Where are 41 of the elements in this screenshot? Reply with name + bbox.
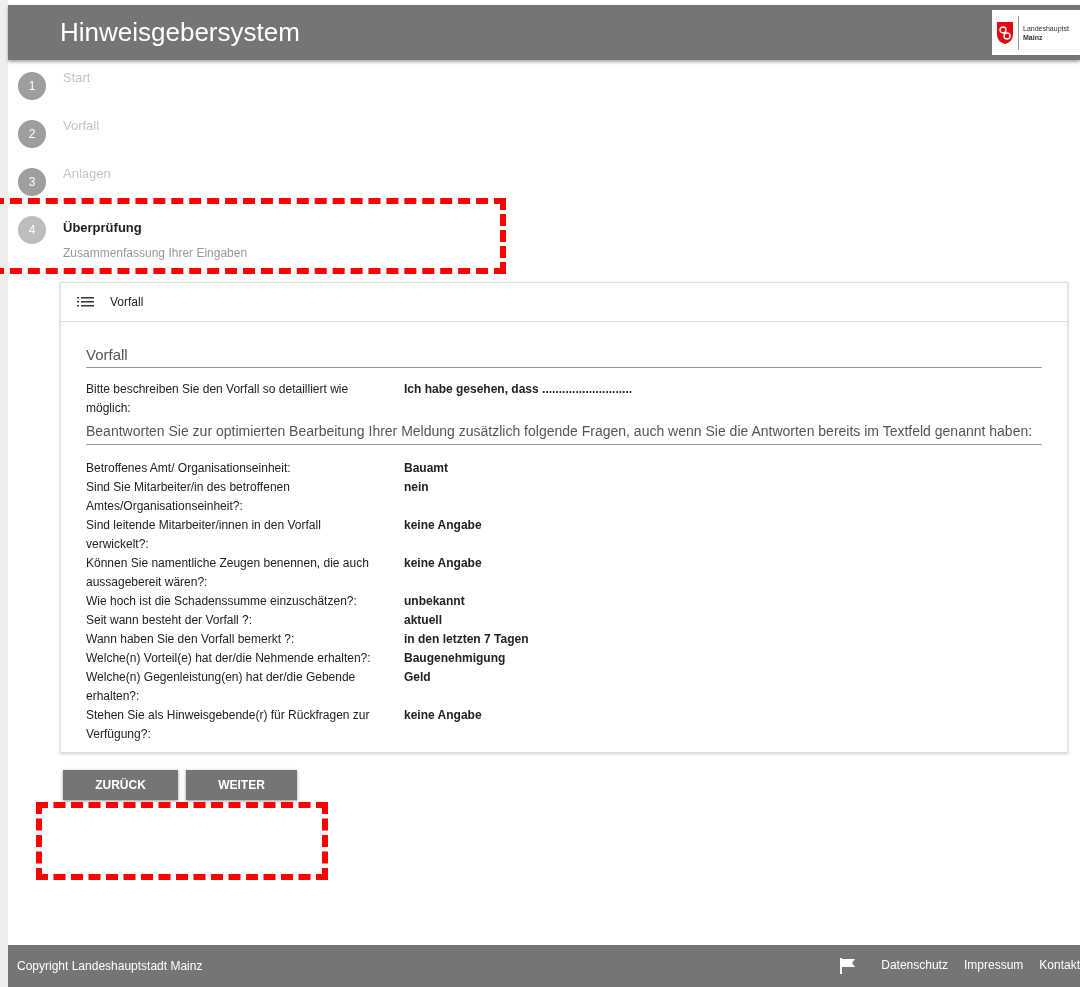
answer-value: in den letzten 7 Tagen	[404, 631, 530, 648]
answer-value: keine Angabe	[404, 517, 483, 534]
question-label: Können Sie namentliche Zeugen benennen, die auch aussagebereit wären?:	[86, 555, 370, 591]
footer-link[interactable]: Datenschutz	[881, 958, 948, 974]
answer-value: aktuell	[404, 612, 443, 629]
card-title: Vorfall	[110, 295, 144, 309]
answer-value: Bauamt	[404, 460, 449, 477]
question-label: Wann haben Sie den Vorfall bemerkt ?:	[86, 631, 296, 648]
question-label: Betroffenes Amt/ Organisationseinheit:	[86, 460, 292, 477]
section-title: Vorfall	[86, 346, 1042, 368]
notice-text: Beantworten Sie zur optimierten Bearbeitung Ihrer Meldung zusätzlich folgende Fragen, auch wenn Sie die Antworten bereits im Textfeld genannt haben:	[86, 420, 1042, 445]
back-button[interactable]: ZURÜCK	[63, 770, 178, 800]
question-label: Sind Sie Mitarbeiter/in des betroffenen Amtes/Organisationseinheit?:	[86, 479, 291, 515]
next-button[interactable]: WEITER	[186, 770, 297, 800]
list-icon	[77, 296, 94, 308]
question-label: Sind leitende Mitarbeiter/innen in den Vorfall verwickelt?:	[86, 517, 322, 553]
question-label: Welche(n) Vorteil(e) hat der/die Nehmende erhalten?:	[86, 650, 372, 667]
app-title: Hinweisgebersystem	[60, 17, 300, 48]
step-subtitle: Zusammenfassung Ihrer Eingaben	[63, 246, 248, 260]
footer-link[interactable]: Kontakt	[1039, 958, 1080, 974]
step-label[interactable]: Überprüfung	[63, 220, 248, 235]
step-number: 2	[18, 120, 46, 148]
answer-value: keine Angabe	[404, 707, 483, 724]
answer-value: keine Angabe	[404, 555, 483, 572]
copyright-text: Copyright Landeshauptstadt Mainz	[17, 959, 203, 973]
answer-value: nein	[404, 479, 430, 496]
step-number: 1	[18, 72, 46, 100]
crest-icon	[996, 20, 1014, 45]
question-label: Welche(n) Gegenleistung(en) hat der/die Gebende erhalten?:	[86, 669, 357, 705]
answer-value: Geld	[404, 669, 432, 686]
question-label: Wie hoch ist die Schadenssumme einzuschätzen?:	[86, 593, 358, 610]
field-label: Bitte beschreiben Sie den Vorfall so detailliert wie möglich:	[86, 381, 350, 417]
footer-link[interactable]: Impressum	[963, 958, 1024, 974]
answer-value: unbekannt	[404, 593, 466, 610]
answer-value: Baugenehmigung	[404, 650, 507, 667]
field-value: Ich habe gesehen, dass ...........................	[404, 381, 634, 398]
flag-icon	[839, 958, 857, 974]
step-number: 4	[18, 216, 46, 244]
question-label: Seit wann besteht der Vorfall ?:	[86, 612, 254, 629]
step-number: 3	[18, 168, 46, 196]
question-label: Stehen Sie als Hinweisgebende(r) für Rückfragen zur Verfügung?:	[86, 707, 371, 743]
